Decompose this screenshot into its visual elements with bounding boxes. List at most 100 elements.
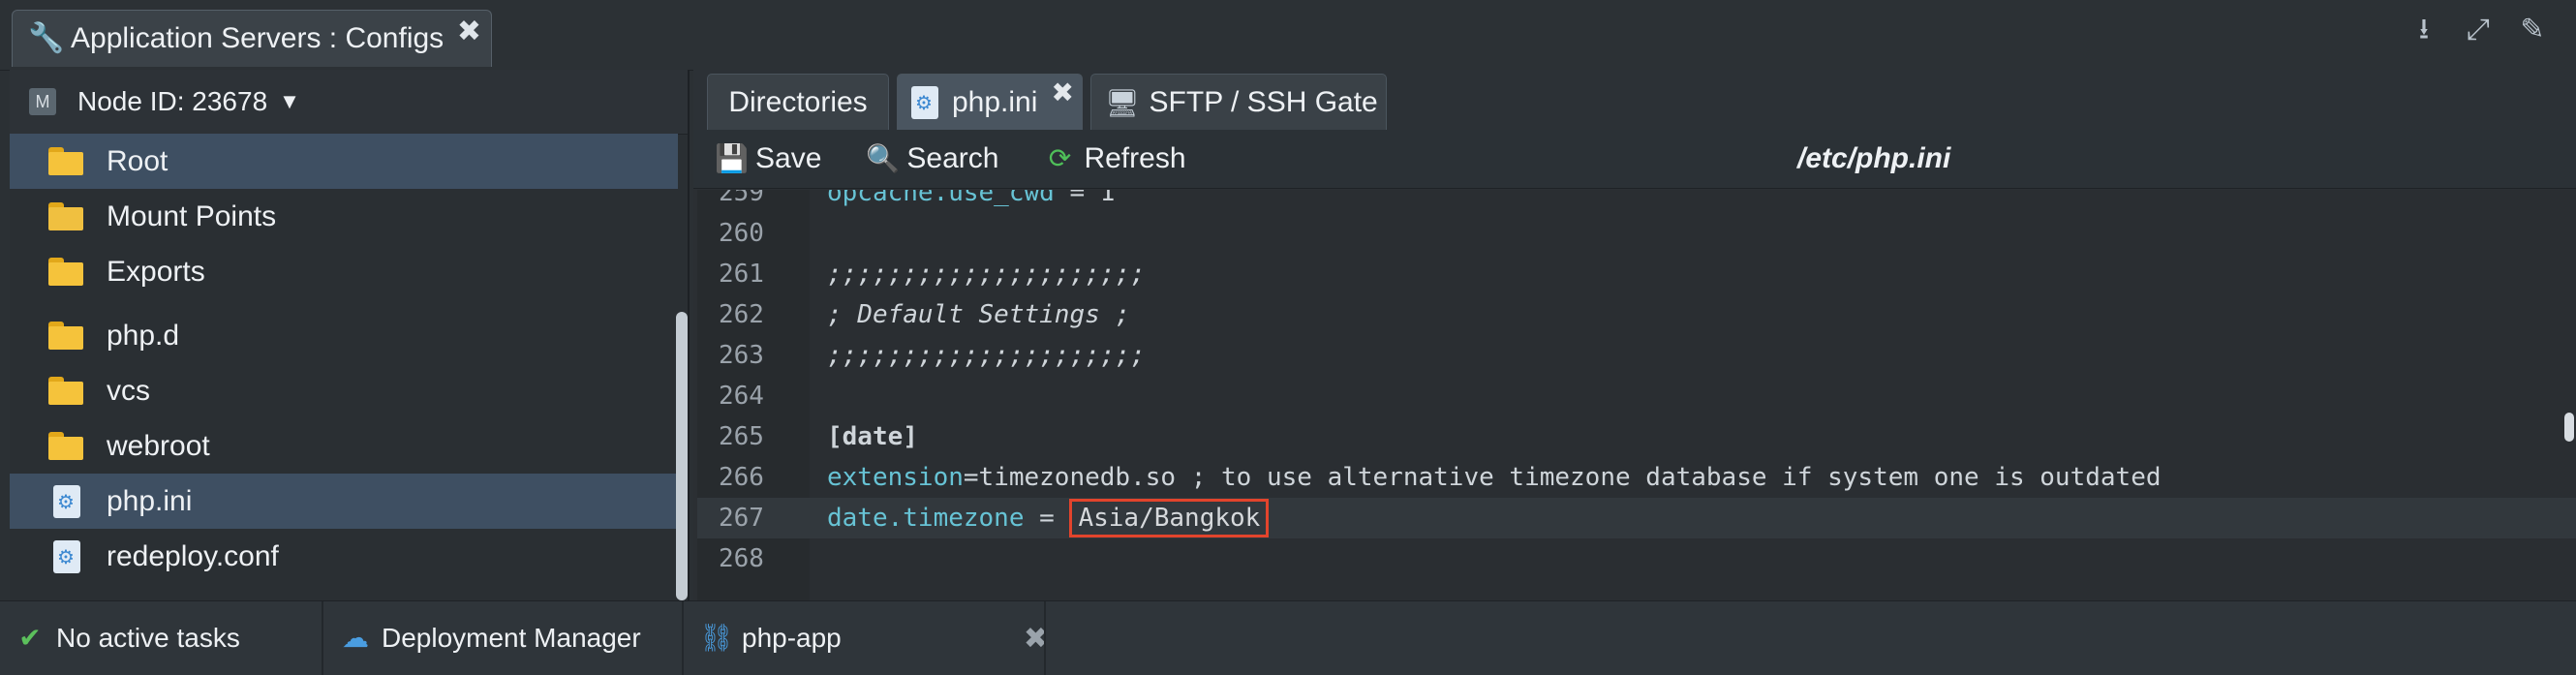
code-line: 264 bbox=[697, 376, 2576, 416]
line-number: 268 bbox=[719, 544, 764, 573]
tree-scrollbar[interactable] bbox=[676, 312, 688, 600]
tree-item-php-ini[interactable]: php.ini bbox=[10, 474, 678, 529]
folder-icon bbox=[48, 431, 85, 461]
line-number: 260 bbox=[719, 219, 764, 248]
tree-item-php-d[interactable]: php.d bbox=[10, 308, 678, 363]
expand-icon[interactable]: ⤢ bbox=[2462, 14, 2495, 46]
node-label: Node ID: 23678 bbox=[77, 86, 268, 116]
code-line: 259 opcache.use_cwd = 1 bbox=[697, 190, 2576, 213]
editor-toolbar: 💾 Save 🔍 Search ⟳ Refresh /etc/php.ini bbox=[693, 130, 2576, 189]
code-key: opcache.use_cwd bbox=[827, 190, 1055, 207]
code-section: [date] bbox=[827, 422, 918, 451]
divider bbox=[322, 601, 323, 675]
code-line: 260 bbox=[697, 213, 2576, 254]
chevron-down-icon[interactable]: ▼ bbox=[279, 89, 300, 114]
tree-item-label: webroot bbox=[107, 429, 210, 462]
search-button[interactable]: 🔍 Search bbox=[866, 142, 998, 175]
tree-item-label: vcs bbox=[107, 374, 150, 407]
save-label: Save bbox=[755, 142, 822, 174]
task-deployment-manager[interactable]: ☁ Deployment Manager bbox=[339, 601, 641, 675]
config-file-icon bbox=[48, 484, 85, 518]
folder-icon bbox=[48, 146, 85, 176]
tree-item-root[interactable]: Root bbox=[10, 134, 678, 189]
code-value: =timezonedb.so ; to use alternative time… bbox=[963, 463, 2162, 492]
mount-folder-icon bbox=[48, 201, 85, 231]
tab-sftp-ssh-gate[interactable]: 🖥 SFTP / SSH Gate bbox=[1090, 74, 1387, 131]
code-comment: ; Default Settings ; bbox=[827, 300, 1131, 329]
divider bbox=[1044, 601, 1046, 675]
tree-item-label: Root bbox=[107, 144, 169, 177]
save-button[interactable]: 💾 Save bbox=[715, 142, 821, 175]
refresh-icon: ⟳ bbox=[1048, 143, 1072, 173]
line-number: 262 bbox=[719, 300, 764, 329]
window-controls: ⭳ ⤢ ✎ bbox=[2407, 14, 2549, 46]
folder-icon bbox=[48, 376, 85, 406]
code-editor[interactable]: 259 opcache.use_cwd = 1 260 261 ;;;;;;;;… bbox=[697, 190, 2576, 600]
title-bar: 🔧 Application Servers : Configs ✖ ⭳ ⤢ ✎ bbox=[0, 0, 2576, 71]
line-number: 259 bbox=[719, 190, 764, 207]
config-file-icon bbox=[48, 539, 85, 573]
code-line: 263 ;;;;;;;;;;;;;;;;;;;;; bbox=[697, 335, 2576, 376]
file-path: /etc/php.ini bbox=[1797, 142, 1951, 174]
editor-tabs: Directories php.ini ✖ 🖥 SFTP / SSH Gate bbox=[693, 70, 2576, 131]
download-icon[interactable]: ⭳ bbox=[2407, 14, 2440, 46]
search-icon: 🔍 bbox=[866, 143, 901, 173]
config-window: 🔧 Application Servers : Configs ✖ ⭳ ⤢ ✎ … bbox=[0, 0, 2576, 675]
window-title-tab[interactable]: 🔧 Application Servers : Configs ✖ bbox=[12, 10, 492, 67]
window-title: Application Servers : Configs bbox=[71, 22, 445, 54]
file-tree: Root Mount Points Exports php.d vcs webr… bbox=[10, 134, 678, 600]
tree-item-mount-points[interactable]: Mount Points bbox=[10, 189, 678, 244]
close-icon[interactable]: ✖ bbox=[457, 15, 481, 48]
code-key: extension bbox=[827, 463, 964, 492]
line-number: 264 bbox=[719, 382, 764, 411]
wrench-icon: 🔧 bbox=[28, 22, 65, 54]
node-selector[interactable]: M Node ID: 23678 ▼ bbox=[10, 70, 688, 135]
tree-item-label: redeploy.conf bbox=[107, 539, 279, 572]
tab-label: SFTP / SSH Gate bbox=[1149, 86, 1378, 118]
task-label: Deployment Manager bbox=[382, 623, 641, 653]
tree-item-redeploy-conf[interactable]: redeploy.conf bbox=[10, 529, 678, 584]
refresh-label: Refresh bbox=[1084, 142, 1186, 174]
code-comment: ;;;;;;;;;;;;;;;;;;;;; bbox=[827, 341, 1146, 370]
code-line-active: 267 date.timezone = Asia/Bangkok bbox=[697, 498, 2576, 538]
highlighted-timezone-value: Asia/Bangkok bbox=[1069, 499, 1270, 537]
tab-php-ini[interactable]: php.ini ✖ bbox=[897, 74, 1083, 131]
tree-item-exports[interactable]: Exports bbox=[10, 244, 678, 299]
code-line: 268 bbox=[697, 538, 2576, 579]
tree-item-vcs[interactable]: vcs bbox=[10, 363, 678, 418]
line-number: 266 bbox=[719, 463, 764, 492]
pin-icon[interactable]: ✎ bbox=[2516, 14, 2549, 46]
refresh-button[interactable]: ⟳ Refresh bbox=[1043, 142, 1186, 175]
tree-item-label: Mount Points bbox=[107, 199, 277, 232]
line-number: 267 bbox=[719, 504, 764, 533]
tree-item-label: php.d bbox=[107, 319, 180, 352]
tab-label: php.ini bbox=[952, 86, 1038, 118]
code-value: = 1 bbox=[1054, 190, 1116, 207]
code-equals: = bbox=[1024, 504, 1070, 533]
line-number: 263 bbox=[719, 341, 764, 370]
terminal-icon: 🖥 bbox=[1105, 87, 1140, 118]
task-php-app[interactable]: ⛓ php-app ✖ bbox=[699, 601, 1048, 675]
cloud-upload-icon: ☁ bbox=[342, 623, 369, 653]
search-label: Search bbox=[906, 142, 999, 174]
code-line: 266 extension=timezonedb.so ; to use alt… bbox=[697, 457, 2576, 498]
line-number: 265 bbox=[719, 422, 764, 451]
divider bbox=[682, 601, 684, 675]
editor-scrollbar[interactable] bbox=[2564, 413, 2574, 442]
task-status-label: No active tasks bbox=[56, 623, 240, 653]
node-icon: M bbox=[29, 88, 56, 115]
tree-item-webroot[interactable]: webroot bbox=[10, 418, 678, 474]
line-number: 261 bbox=[719, 260, 764, 289]
folder-icon bbox=[48, 321, 85, 351]
code-key: date.timezone bbox=[827, 504, 1025, 533]
tab-directories[interactable]: Directories bbox=[707, 74, 889, 131]
tree-item-label: php.ini bbox=[107, 484, 193, 517]
editor-panel: Directories php.ini ✖ 🖥 SFTP / SSH Gate … bbox=[693, 70, 2576, 600]
file-tree-panel: M Node ID: 23678 ▼ Root Mount Points Exp… bbox=[10, 70, 690, 600]
close-icon[interactable]: ✖ bbox=[1052, 77, 1074, 108]
task-status: ✔ No active tasks bbox=[14, 601, 240, 675]
task-bar: ✔ No active tasks ☁ Deployment Manager ⛓… bbox=[0, 600, 2576, 675]
save-icon: 💾 bbox=[715, 143, 749, 173]
code-line: 262 ; Default Settings ; bbox=[697, 294, 2576, 335]
task-label: php-app bbox=[742, 623, 842, 653]
